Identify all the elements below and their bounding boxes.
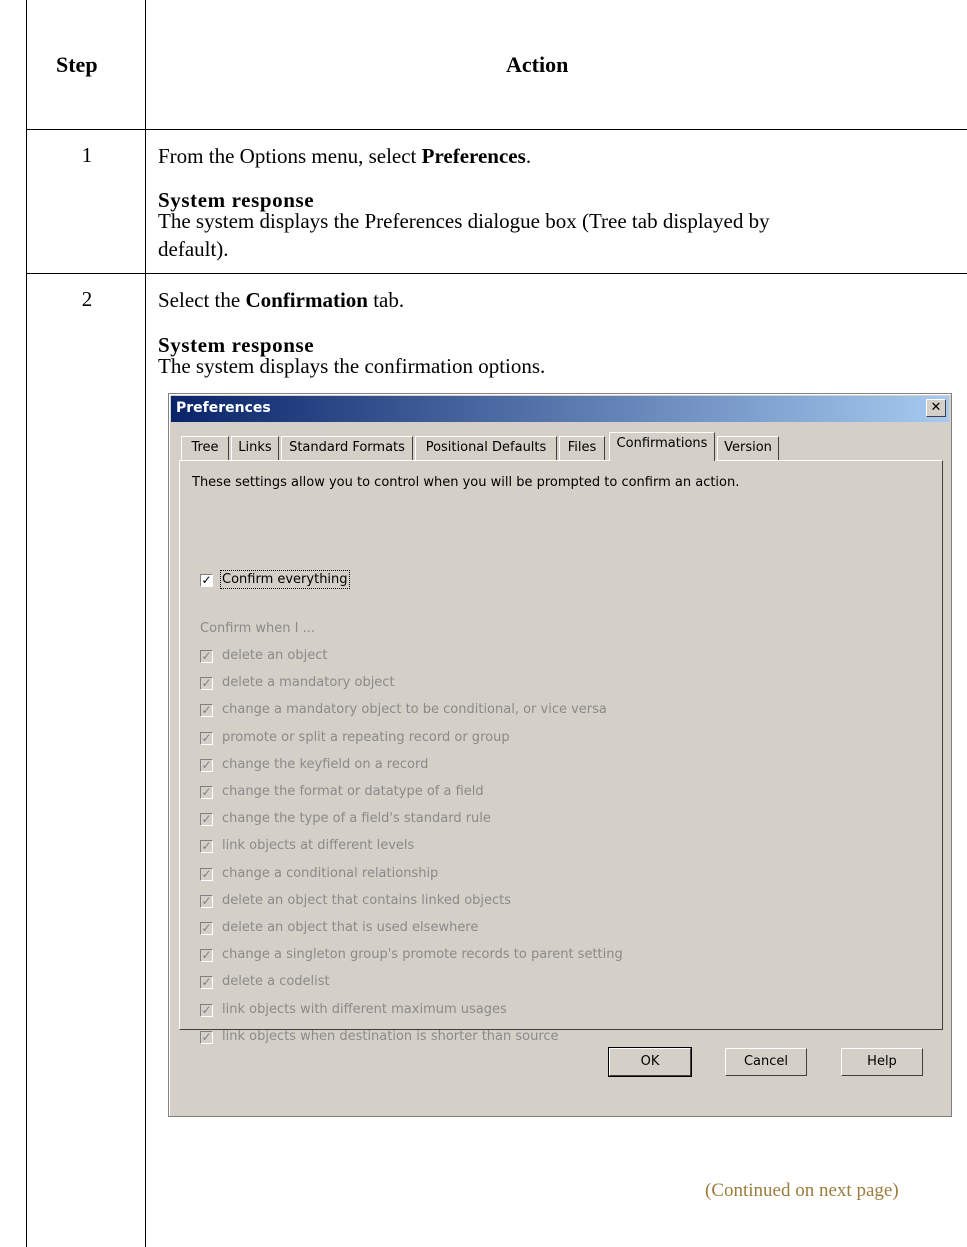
ok-button[interactable]: OK: [608, 1047, 692, 1077]
option-label: link objects at different levels: [222, 838, 415, 854]
step-2-instruction: Select the Confirmation tab.: [158, 286, 404, 315]
action-column-header: Action: [506, 52, 569, 77]
option-checkbox: ✓: [200, 730, 213, 745]
option-label: change a singleton group's promote recor…: [222, 947, 623, 963]
dialog-title: Preferences: [176, 400, 271, 416]
option-checkbox: ✓: [200, 757, 213, 772]
dialog-title-bar[interactable]: Preferences ✕: [171, 396, 949, 422]
option-label: change a conditional relationship: [222, 865, 439, 881]
tab-tree[interactable]: Tree: [181, 436, 229, 460]
header-bottom-border: [26, 129, 967, 130]
option-checkbox: ✓: [200, 703, 213, 718]
system-response-text: The system displays the confirmation opt…: [158, 354, 546, 378]
option-checkbox: ✓: [200, 1002, 213, 1017]
cancel-button[interactable]: Cancel: [725, 1048, 807, 1076]
confirm-everything-label[interactable]: Confirm everything: [220, 570, 350, 589]
option-checkbox: ✓: [200, 649, 213, 663]
option-checkbox: ✓: [200, 866, 213, 881]
tab-standard-formats[interactable]: Standard Formats: [281, 436, 413, 460]
tab-links[interactable]: Links: [231, 436, 279, 460]
step-column-header: Step: [56, 52, 98, 77]
confirm-everything-checkbox[interactable]: ✓: [200, 574, 213, 587]
tab-positional-defaults[interactable]: Positional Defaults: [415, 436, 557, 460]
option-label: delete a codelist: [222, 974, 330, 990]
option-label: change the format or datatype of a field: [222, 784, 484, 799]
option-checkbox: ✓: [200, 812, 213, 827]
instruction-text: From the Options menu, select: [158, 144, 422, 168]
instruction-text: tab.: [367, 288, 405, 312]
option-label: promote or split a repeating record or g…: [222, 729, 510, 745]
row-divider: [26, 273, 967, 274]
option-checkbox: ✓: [200, 893, 213, 908]
tab-files[interactable]: Files: [559, 436, 605, 460]
option-label: delete an object that contains linked ob…: [222, 892, 512, 908]
option-checkbox: ✓: [200, 676, 213, 691]
option-checkbox: ✓: [200, 975, 213, 990]
close-icon[interactable]: ✕: [926, 399, 946, 417]
system-response-text: default).: [158, 237, 229, 261]
option-checkbox: ✓: [200, 921, 213, 935]
option-label: change the keyfield on a record: [222, 756, 429, 772]
instruction-text: Select the: [158, 288, 246, 312]
table-left-border: [26, 0, 27, 1247]
option-label: delete an object that is used elsewhere: [222, 920, 479, 935]
tab-version[interactable]: Version: [717, 436, 779, 460]
option-label: change a mandatory object to be conditio…: [222, 702, 607, 718]
column-divider: [145, 0, 146, 1247]
step-number-1: 1: [81, 143, 93, 167]
option-checkbox: ✓: [200, 785, 213, 799]
system-response-text: The system displays the Preferences dial…: [158, 209, 770, 233]
option-checkbox: ✓: [200, 948, 213, 963]
continued-note: (Continued on next page): [705, 1180, 899, 1201]
preferences-dialog: Preferences ✕ Tree Links Standard Format…: [168, 393, 952, 1117]
confirm-when-label: Confirm when I ...: [200, 621, 315, 636]
instruction-bold: Confirmation: [245, 288, 368, 312]
option-checkbox: ✓: [200, 839, 213, 854]
help-button[interactable]: Help: [841, 1048, 923, 1076]
step-number-2: 2: [81, 287, 93, 311]
confirmations-panel: These settings allow you to control when…: [179, 460, 943, 1044]
instruction-bold: Preferences: [421, 144, 526, 168]
option-label: link objects when destination is shorter…: [222, 1028, 559, 1044]
tab-confirmations[interactable]: Confirmations: [609, 432, 715, 461]
option-label: delete a mandatory object: [222, 675, 395, 691]
option-label: delete an object: [222, 648, 328, 663]
instruction-text: .: [525, 144, 532, 168]
option-checkbox: ✓: [200, 1029, 213, 1044]
option-label: change the type of a field's standard ru…: [222, 811, 491, 827]
step-1-instruction: From the Options menu, select Preference…: [158, 142, 531, 171]
intro-text: These settings allow you to control when…: [192, 475, 740, 490]
option-label: link objects with different maximum usag…: [222, 1001, 507, 1017]
